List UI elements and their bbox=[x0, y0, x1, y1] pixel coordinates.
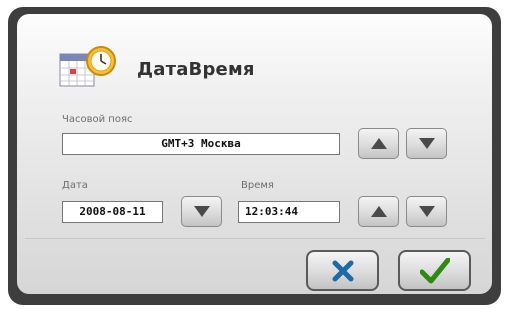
arrow-down-icon bbox=[418, 206, 435, 217]
timezone-value: GMT+3 Москва bbox=[161, 137, 241, 150]
calendar-clock-icon bbox=[56, 44, 126, 94]
cross-icon bbox=[332, 260, 353, 281]
time-label: Время bbox=[241, 180, 274, 191]
arrow-up-icon bbox=[370, 138, 387, 149]
date-field[interactable]: 2008-08-11 bbox=[62, 201, 163, 223]
date-value: 2008-08-11 bbox=[79, 205, 146, 218]
checkmark-icon bbox=[419, 257, 450, 283]
ok-button[interactable] bbox=[398, 250, 471, 291]
time-up-button[interactable] bbox=[358, 196, 399, 227]
date-label: Дата bbox=[62, 180, 88, 191]
date-down-button[interactable] bbox=[181, 196, 222, 227]
time-field[interactable]: 12:03:44 bbox=[238, 201, 340, 223]
arrow-up-icon bbox=[370, 206, 387, 217]
time-down-button[interactable] bbox=[406, 196, 447, 227]
timezone-down-button[interactable] bbox=[406, 128, 447, 159]
time-value: 12:03:44 bbox=[245, 205, 298, 218]
timezone-field[interactable]: GMT+3 Москва bbox=[62, 133, 340, 155]
arrow-down-icon bbox=[418, 138, 435, 149]
cancel-button[interactable] bbox=[306, 250, 379, 291]
timezone-label: Часовой пояс bbox=[62, 114, 133, 125]
arrow-down-icon bbox=[193, 206, 210, 217]
divider bbox=[25, 238, 485, 239]
dialog-title: ДатаВремя bbox=[137, 59, 255, 80]
timezone-up-button[interactable] bbox=[358, 128, 399, 159]
